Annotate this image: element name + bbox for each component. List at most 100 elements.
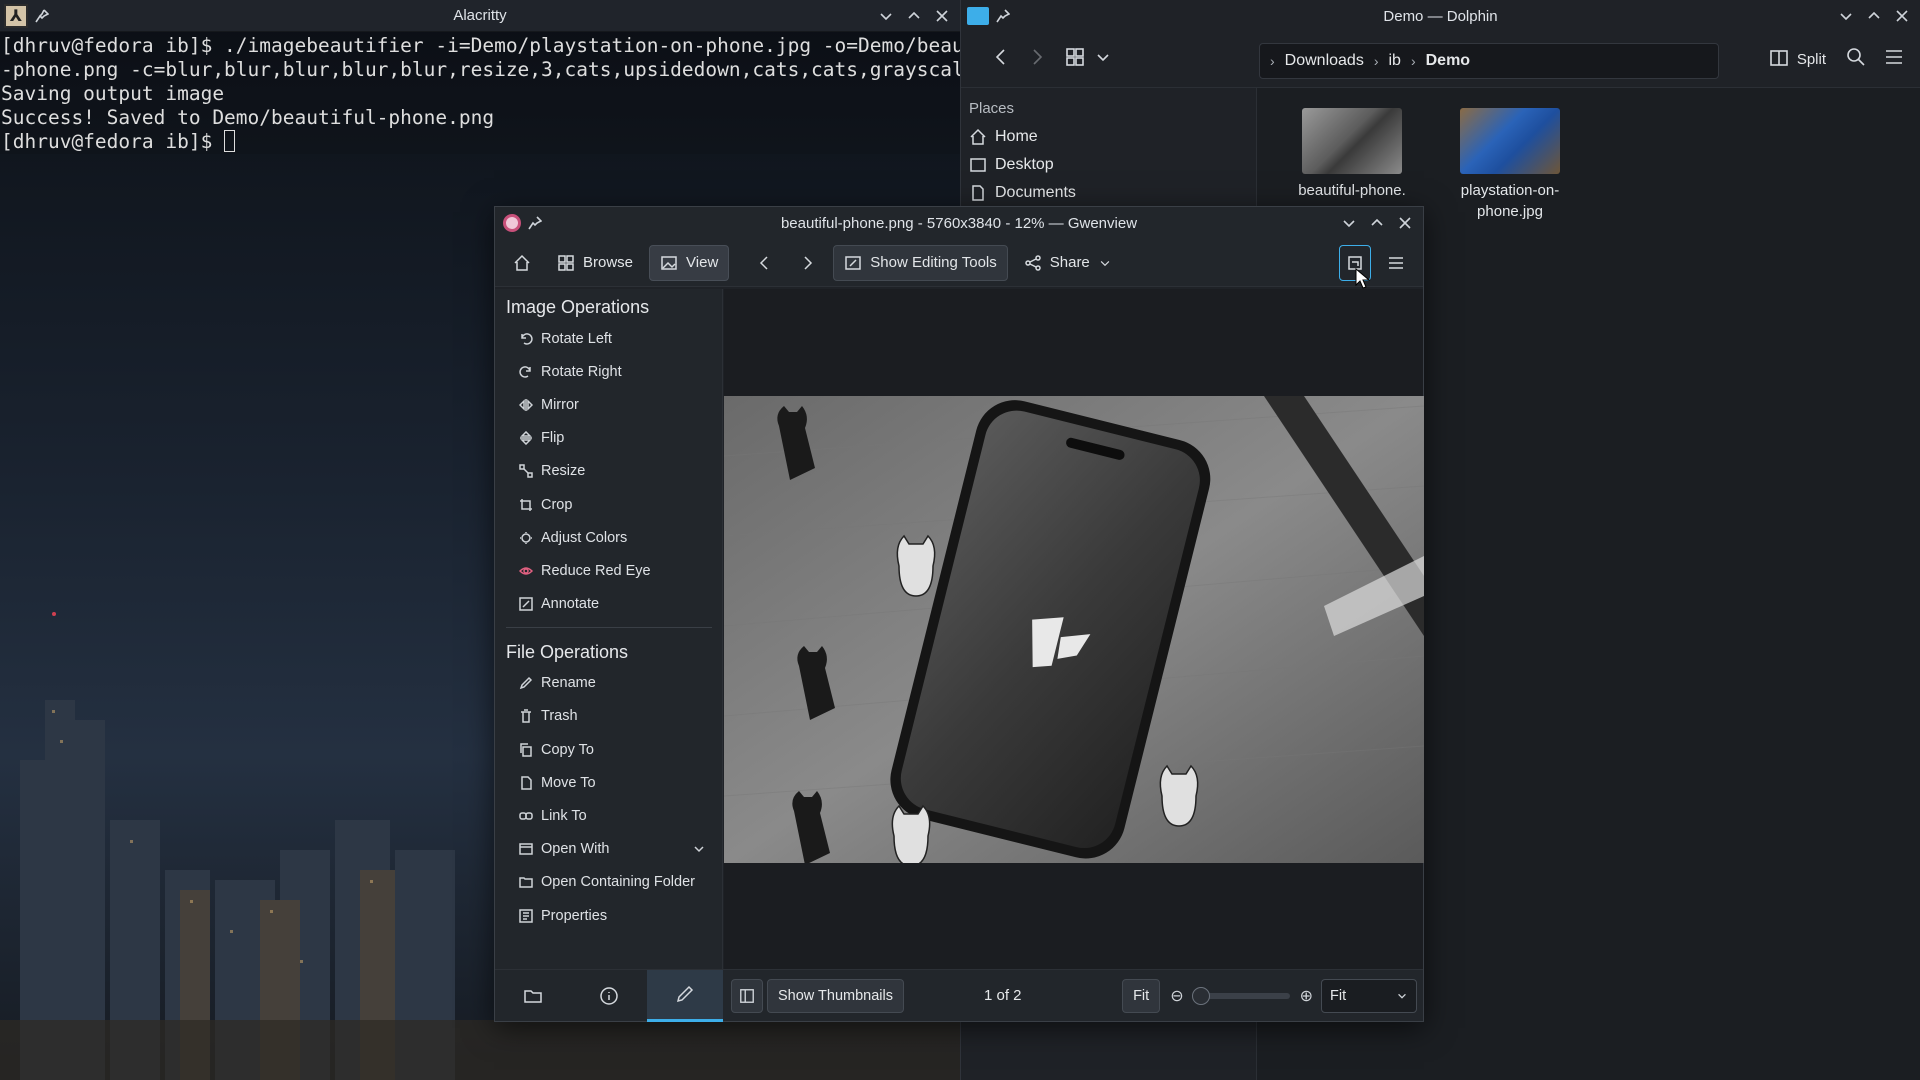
show-thumbnails-button[interactable]: Show Thumbnails	[767, 978, 904, 1013]
link-icon	[519, 812, 533, 820]
chevron-down-icon[interactable]	[1093, 47, 1113, 72]
link-to-item[interactable]: Link To	[495, 799, 722, 832]
hamburger-menu-icon[interactable]	[1884, 47, 1904, 72]
op-label: Copy To	[541, 741, 594, 758]
copy-to-item[interactable]: Copy To	[495, 733, 722, 766]
window-title: Alacritty	[453, 7, 507, 24]
file-item[interactable]: beautiful-phone.	[1277, 88, 1427, 201]
minimize-button[interactable]	[1832, 2, 1860, 30]
gwenview-app-icon	[503, 214, 521, 232]
minimize-button[interactable]	[872, 2, 900, 30]
breadcrumb-item[interactable]: Downloads	[1285, 52, 1364, 70]
browse-button[interactable]: Browse	[547, 245, 643, 281]
gwenview-window[interactable]: beautiful-phone.png - 5760x3840 - 12% — …	[494, 206, 1424, 1022]
rotate-left-item[interactable]: Rotate Left	[495, 322, 722, 355]
op-label: Resize	[541, 463, 586, 480]
folders-tab[interactable]	[495, 970, 571, 1022]
dolphin-titlebar[interactable]: Demo — Dolphin	[961, 0, 1920, 32]
file-item[interactable]: playstation-on-phone.jpg	[1435, 88, 1585, 222]
forward-icon[interactable]	[1027, 47, 1047, 72]
open-containing-folder-item[interactable]: Open Containing Folder	[495, 866, 722, 899]
home-icon	[514, 254, 530, 271]
rename-item[interactable]: Rename	[495, 667, 722, 700]
zoom-slider-handle[interactable]	[1191, 986, 1210, 1005]
open-with-item[interactable]: Open With	[495, 833, 722, 866]
terminal-prompt: [dhruv@fedora ib]$	[1, 130, 225, 153]
mirror-icon	[519, 398, 533, 411]
rotate-right-icon	[519, 365, 531, 378]
op-label: Reduce Red Eye	[541, 562, 651, 579]
breadcrumb-current[interactable]: Demo	[1426, 52, 1470, 70]
share-button[interactable]: Share	[1014, 245, 1122, 281]
pin-icon[interactable]	[521, 209, 549, 237]
terminal-line: Saving output image	[1, 82, 225, 105]
close-button[interactable]	[1888, 2, 1916, 30]
reduce-red-eye-item[interactable]: Reduce Red Eye	[495, 554, 722, 587]
op-label: Flip	[541, 430, 565, 447]
op-label: Link To	[541, 808, 587, 825]
previous-button[interactable]	[745, 245, 783, 281]
zoom-select[interactable]: Fit	[1321, 978, 1417, 1013]
trash-icon	[521, 709, 531, 724]
image-viewer[interactable]	[724, 289, 1424, 969]
properties-icon	[519, 908, 533, 923]
zoom-in-icon[interactable]: ⊕	[1300, 986, 1313, 1006]
resize-icon	[519, 464, 533, 479]
place-documents[interactable]: Documents	[961, 179, 1256, 207]
maximize-button[interactable]	[900, 2, 928, 30]
properties-item[interactable]: Properties	[495, 899, 722, 932]
chevron-down-icon	[694, 846, 704, 853]
breadcrumb[interactable]: › Downloads › ib › Demo	[1259, 43, 1719, 79]
terminal-output[interactable]: [dhruv@fedora ib]$ ./imagebeautifier -i=…	[0, 32, 1023, 154]
adjust-colors-item[interactable]: Adjust Colors	[495, 521, 722, 554]
place-home[interactable]: Home	[961, 123, 1256, 151]
pin-icon[interactable]	[989, 2, 1017, 30]
close-button[interactable]	[928, 2, 956, 30]
place-label: Home	[995, 128, 1038, 145]
home-button[interactable]	[503, 245, 541, 281]
view-button[interactable]: View	[649, 244, 730, 281]
information-tab[interactable]	[571, 970, 647, 1022]
maximize-button[interactable]	[1363, 209, 1391, 237]
document-icon	[972, 185, 984, 201]
view-mode-icon[interactable]	[1065, 47, 1085, 72]
zoom-out-icon[interactable]: ⊖	[1170, 986, 1183, 1006]
crop-item[interactable]: Crop	[495, 488, 722, 521]
file-name: beautiful-phone.	[1298, 182, 1406, 199]
mirror-item[interactable]: Mirror	[495, 388, 722, 421]
pin-icon[interactable]	[28, 2, 56, 30]
fit-button[interactable]: Fit	[1122, 978, 1161, 1013]
trash-item[interactable]: Trash	[495, 700, 722, 733]
split-button[interactable]: Split	[1769, 48, 1826, 72]
gwenview-titlebar[interactable]: beautiful-phone.png - 5760x3840 - 12% — …	[495, 207, 1423, 239]
op-label: Rotate Left	[541, 330, 612, 347]
alacritty-titlebar[interactable]: ⅄ Alacritty	[0, 0, 960, 32]
zoom-slider[interactable]	[1191, 986, 1290, 1005]
move-to-item[interactable]: Move To	[495, 766, 722, 799]
flip-item[interactable]: Flip	[495, 422, 722, 455]
chevron-down-icon	[1398, 993, 1406, 999]
next-button[interactable]	[789, 245, 827, 281]
window-title: beautiful-phone.png - 5760x3840 - 12% — …	[780, 214, 1138, 232]
hamburger-menu-button[interactable]	[1377, 245, 1415, 281]
place-desktop[interactable]: Desktop	[961, 151, 1256, 179]
close-button[interactable]	[1391, 209, 1419, 237]
resize-item[interactable]: Resize	[495, 455, 722, 488]
file-thumbnail	[1302, 108, 1402, 174]
chevron-right-icon	[804, 255, 813, 270]
annotate-item[interactable]: Annotate	[495, 588, 722, 621]
back-icon[interactable]	[991, 47, 1011, 72]
terminal-line: [dhruv@fedora ib]$ ./imagebeautifier -i=…	[1, 34, 1023, 57]
show-editing-tools-button[interactable]: Show Editing Tools	[833, 244, 1008, 281]
rotate-right-item[interactable]: Rotate Right	[495, 355, 722, 388]
breadcrumb-item[interactable]: ib	[1389, 52, 1401, 70]
search-icon[interactable]	[1846, 47, 1866, 72]
operations-tab[interactable]	[647, 969, 723, 1022]
displayed-image[interactable]	[724, 396, 1424, 863]
operations-sidebar[interactable]: Image Operations Rotate Left Rotate Righ…	[495, 289, 723, 969]
sidebar-icon	[740, 988, 754, 1003]
toggle-sidebar-button[interactable]	[731, 978, 763, 1013]
pencil-icon	[519, 677, 533, 690]
maximize-button[interactable]	[1860, 2, 1888, 30]
minimize-button[interactable]	[1335, 209, 1363, 237]
